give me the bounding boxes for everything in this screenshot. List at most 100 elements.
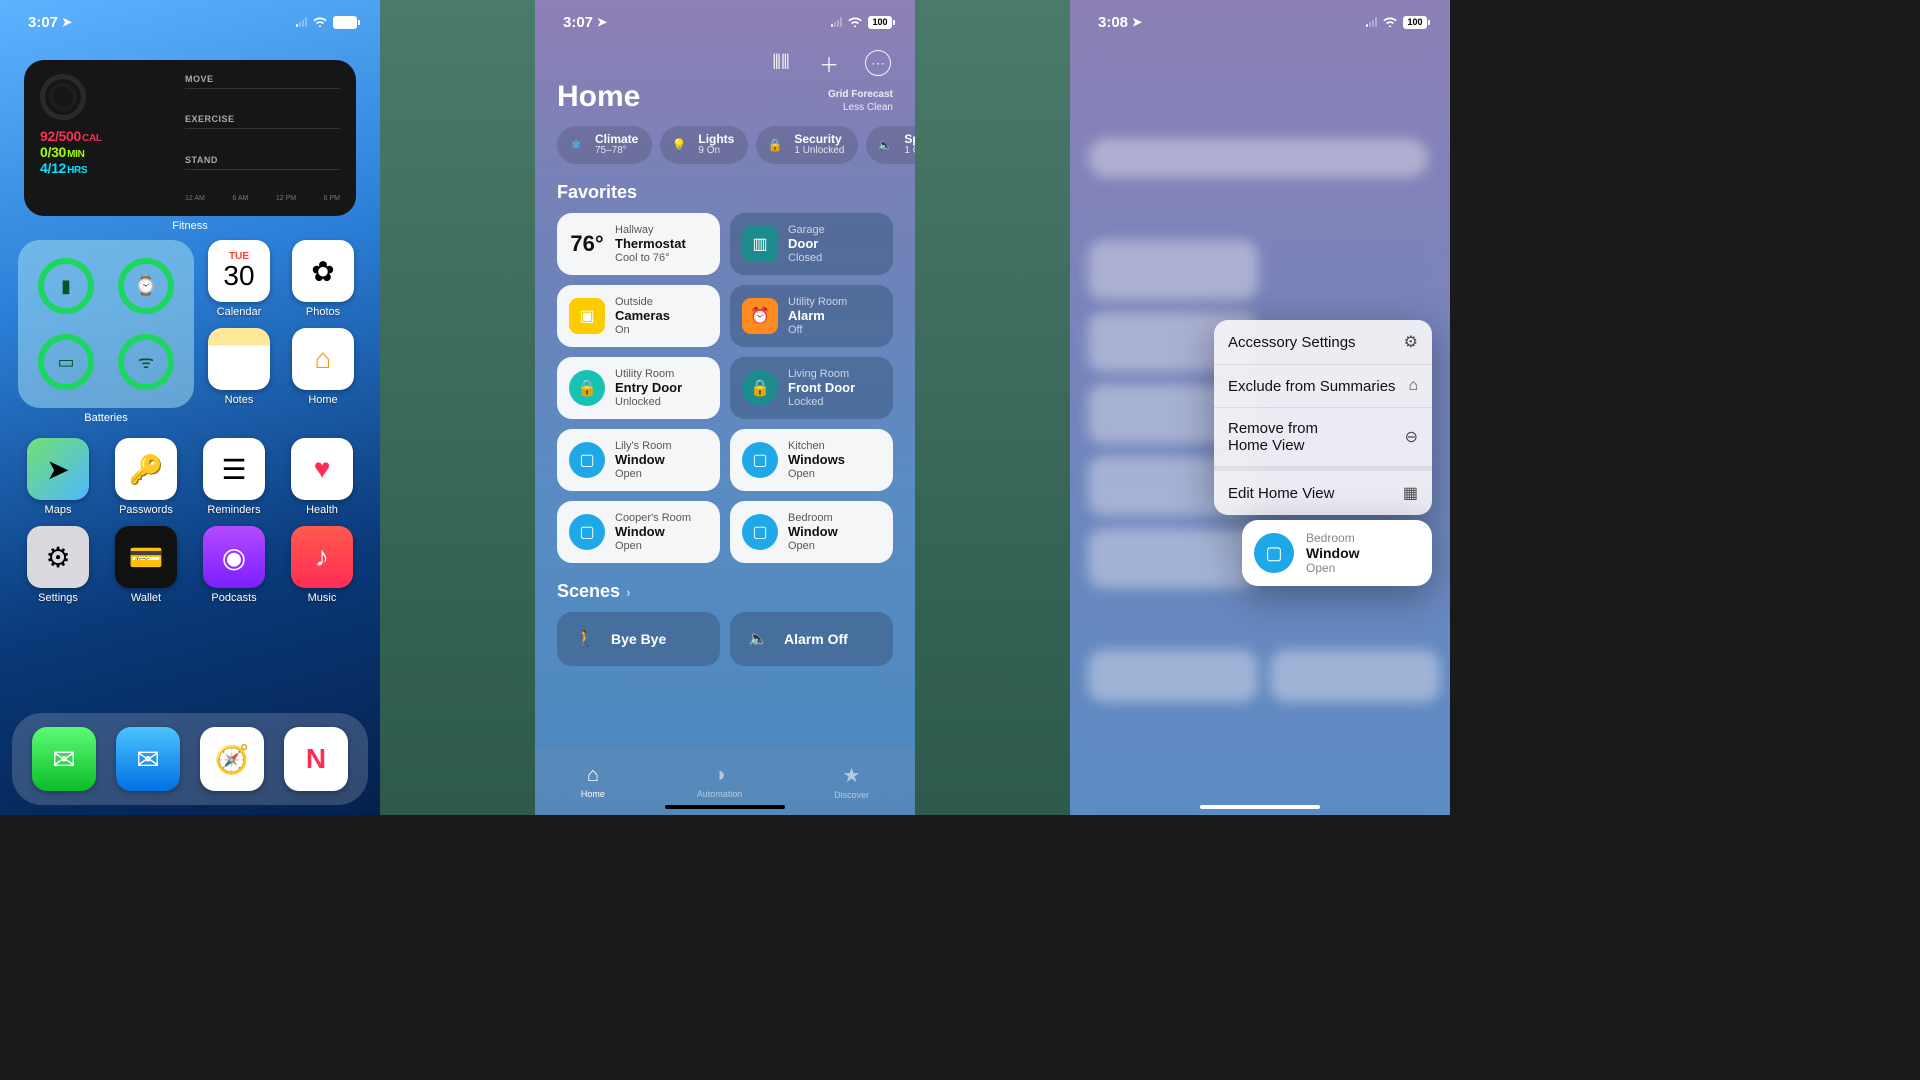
app-music[interactable]: ♪Music — [284, 526, 360, 604]
tile-door[interactable]: ▥ Garage Door Closed — [730, 213, 893, 275]
maps-icon: ➤ — [27, 438, 89, 500]
home-icon: ⌂ — [292, 328, 354, 390]
notes-icon — [208, 328, 270, 390]
tab-discover[interactable]: ★Discover — [834, 763, 869, 800]
status-bar: 3:07 ➤ 100 — [0, 0, 380, 44]
clock: 3:07 — [563, 14, 593, 31]
app-passwords[interactable]: 🔑Passwords — [108, 438, 184, 516]
cellular-icon — [831, 17, 842, 27]
more-button[interactable]: ⋯ — [865, 50, 891, 76]
window-icon: ▢ — [1254, 533, 1294, 573]
health-icon: ♥ — [291, 438, 353, 500]
status-bar: 3:08➤ 100 — [1070, 0, 1450, 44]
lock-icon: 🔒 — [569, 370, 605, 406]
home-indicator[interactable] — [665, 805, 785, 809]
battery-icon: 100 — [868, 16, 895, 29]
location-icon: ➤ — [597, 15, 607, 29]
pill-security[interactable]: 🔒 Security1 Unlocked — [756, 126, 858, 164]
house-icon: ⌂ — [1408, 377, 1418, 395]
app-notes[interactable]: Notes — [208, 328, 270, 406]
app-settings[interactable]: ⚙Settings — [20, 526, 96, 604]
location-icon: ➤ — [62, 15, 72, 29]
menu-item-2[interactable]: Remove fromHome View ⊖ — [1214, 408, 1432, 467]
home-app: 3:07➤ 100 ⦀⦀ ＋ ⋯ Home Grid ForecastLess … — [535, 0, 915, 815]
window-icon: ▢ — [742, 442, 778, 478]
scenes-header[interactable]: Scenes› — [557, 581, 893, 602]
window-icon: ▢ — [569, 514, 605, 550]
app-wallet[interactable]: 💳Wallet — [108, 526, 184, 604]
scene-alarm off[interactable]: 🔈 Alarm Off — [730, 612, 893, 666]
menu-item-3[interactable]: Edit Home View ▦ — [1214, 467, 1432, 515]
tab-automation[interactable]: ◑Automation — [697, 764, 743, 799]
announce-button[interactable]: ⦀⦀ — [769, 51, 793, 75]
wifi-icon — [847, 14, 863, 31]
tile-window[interactable]: ▢ Bedroom Window Open — [730, 501, 893, 563]
app-messages[interactable]: ✉ — [32, 727, 96, 791]
batteries-widget[interactable]: ▮ ⌚ ▭ ᯤ — [18, 240, 194, 408]
menu-item-1[interactable]: Exclude from Summaries ⌂ — [1214, 365, 1432, 408]
airpods-case-icon: ▭ — [38, 334, 94, 390]
watch-icon: ⌚ — [118, 258, 174, 314]
tile-front door[interactable]: 🔒 Living Room Front Door Locked — [730, 357, 893, 419]
phone-icon: ▮ — [38, 258, 94, 314]
scene-bye bye[interactable]: 🚶 Bye Bye — [557, 612, 720, 666]
wifi-icon — [312, 14, 328, 31]
walk-icon: 🚶 — [573, 627, 597, 651]
tile-window[interactable]: ▢ Cooper's Room Window Open — [557, 501, 720, 563]
favorites-header: Favorites — [557, 182, 893, 203]
tile-entry door[interactable]: 🔒 Utility Room Entry Door Unlocked — [557, 357, 720, 419]
tile-windows[interactable]: ▢ Kitchen Windows Open — [730, 429, 893, 491]
tab-home[interactable]: ⌂Home — [581, 764, 605, 799]
pill-climate[interactable]: ❄ Climate75–78° — [557, 126, 652, 164]
pill-speakers[interactable]: 🔈 Speakers1 Off — [866, 126, 915, 164]
alarm-icon: ⏰ — [742, 298, 778, 334]
tile-thermostat[interactable]: 76° Hallway Thermostat Cool to 76° — [557, 213, 720, 275]
fitness-label: Fitness — [0, 220, 380, 232]
app-podcasts[interactable]: ◉Podcasts — [196, 526, 272, 604]
app-news[interactable]: N — [284, 727, 348, 791]
pill-lights[interactable]: 💡 Lights9 On — [660, 126, 748, 164]
app-reminders[interactable]: ☰Reminders — [196, 438, 272, 516]
home-indicator[interactable] — [1200, 805, 1320, 809]
tile-alarm[interactable]: ⏰ Utility Room Alarm Off — [730, 285, 893, 347]
lock-icon: 🔒 — [742, 370, 778, 406]
app-maps[interactable]: ➤Maps — [20, 438, 96, 516]
lights-icon: 💡 — [668, 134, 690, 156]
add-button[interactable]: ＋ — [817, 51, 841, 75]
tile-window[interactable]: ▢ Lily's Room Window Open — [557, 429, 720, 491]
context-menu: Accessory Settings ⚙ Exclude from Summar… — [1214, 320, 1432, 515]
app-home[interactable]: ⌂Home — [292, 328, 354, 406]
podcasts-icon: ◉ — [203, 526, 265, 588]
app-photos[interactable]: ✿Photos — [292, 240, 354, 318]
fitness-widget[interactable]: 92/500CAL 0/30MIN 4/12HRS MOVE EXERCISE … — [24, 60, 356, 216]
window-icon: ▢ — [569, 442, 605, 478]
speakers-icon: 🔈 — [874, 134, 896, 156]
minus-icon: ⊖ — [1405, 429, 1418, 446]
app-safari[interactable]: 🧭 — [200, 727, 264, 791]
cellular-icon — [296, 17, 307, 27]
grid-forecast[interactable]: Grid ForecastLess Clean — [828, 88, 893, 114]
window-icon: ▢ — [742, 514, 778, 550]
house-icon: ⌂ — [587, 764, 599, 787]
batteries-label: Batteries — [18, 412, 194, 424]
wallet-icon: 💳 — [115, 526, 177, 588]
tile-cameras[interactable]: ▣ Outside Cameras On — [557, 285, 720, 347]
camera-icon: ▣ — [569, 298, 605, 334]
photos-icon: ✿ — [292, 240, 354, 302]
passwords-icon: 🔑 — [115, 438, 177, 500]
security-icon: 🔒 — [764, 134, 786, 156]
star-icon: ★ — [843, 763, 861, 788]
app-mail[interactable]: ✉ — [116, 727, 180, 791]
battery-icon: 100 — [333, 16, 360, 29]
context-menu-screen: 3:08➤ 100 Accessory Settings ⚙ Exclude f… — [1070, 0, 1450, 815]
menu-item-0[interactable]: Accessory Settings ⚙ — [1214, 320, 1432, 365]
battery-icon: 100 — [1403, 16, 1430, 29]
calendar-icon: TUE 30 — [208, 240, 270, 302]
dock: ✉ ✉ 🧭 N — [12, 713, 368, 805]
focused-accessory-tile[interactable]: ▢ Bedroom Window Open — [1242, 520, 1432, 586]
settings-icon: ⚙ — [27, 526, 89, 588]
climate-icon: ❄ — [565, 134, 587, 156]
app-calendar[interactable]: TUE 30 Calendar — [208, 240, 270, 318]
app-health[interactable]: ♥Health — [284, 438, 360, 516]
homescreen: 3:07 ➤ 100 92/500CAL 0/30MIN 4/12HRS MOV… — [0, 0, 380, 815]
